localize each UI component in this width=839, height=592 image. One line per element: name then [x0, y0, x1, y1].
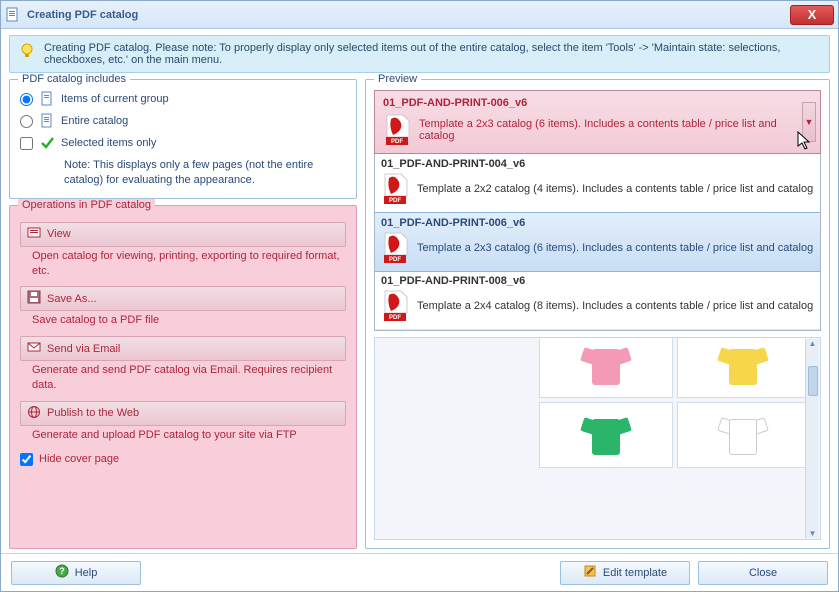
op-saveas-desc: Save catalog to a PDF file [32, 313, 346, 328]
dropdown-item-desc: Template a 2x3 catalog (6 items). Includ… [417, 242, 813, 254]
svg-text:PDF: PDF [389, 198, 401, 204]
columns: PDF catalog includes Items of current gr… [9, 79, 830, 549]
op-saveas-button[interactable]: Save As... [20, 286, 346, 311]
product-thumb [677, 337, 811, 398]
view-icon [27, 226, 41, 243]
radio-items-current-group[interactable]: Items of current group [20, 88, 346, 110]
radio-entire-catalog[interactable]: Entire catalog [20, 110, 346, 132]
dropdown-item-title: 01_PDF-AND-PRINT-006_v6 [381, 217, 814, 229]
check-label: Hide cover page [39, 453, 119, 465]
op-view-desc: Open catalog for viewing, printing, expo… [32, 249, 346, 279]
includes-note: Note: This displays only a few pages (no… [64, 158, 346, 188]
content: Creating PDF catalog. Please note: To pr… [1, 29, 838, 553]
dropdown-item[interactable]: 01_PDF-AND-PRINT-004_v6 PDF Template a 2… [375, 154, 820, 213]
scroll-thumb[interactable] [808, 366, 818, 396]
close-button[interactable]: Close [698, 561, 828, 585]
close-label: Close [749, 567, 777, 579]
edit-icon [583, 564, 597, 581]
operations-group: Operations in PDF catalog View Open cata… [9, 205, 357, 549]
radio-label: Items of current group [61, 93, 169, 105]
operations-label: Operations in PDF catalog [18, 199, 155, 211]
product-grid [539, 337, 810, 468]
dropdown-item[interactable]: 01_PDF-AND-PRINT-008_v6 PDF Template a 2… [375, 271, 820, 330]
svg-text:PDF: PDF [389, 257, 401, 263]
includes-group: PDF catalog includes Items of current gr… [9, 79, 357, 199]
check-selected-only[interactable]: Selected items only [20, 132, 346, 154]
document-icon [39, 91, 55, 107]
window-close-button[interactable]: X [790, 5, 834, 25]
op-email-button[interactable]: Send via Email [20, 336, 346, 361]
combo-selected-desc: Template a 2x3 catalog (6 items). Includ… [419, 118, 798, 142]
combo-body: PDF Template a 2x3 catalog (6 items). In… [383, 113, 798, 147]
op-label: Send via Email [47, 343, 120, 355]
chevron-down-icon[interactable]: ▼ [802, 102, 816, 142]
svg-text:?: ? [59, 566, 65, 576]
titlebar: Creating PDF catalog X [1, 1, 838, 29]
check-label: Selected items only [61, 137, 156, 149]
svg-text:PDF: PDF [391, 139, 403, 145]
preview-label: Preview [374, 73, 421, 85]
pdf-icon: PDF [381, 172, 409, 206]
dropdown-item-title: 01_PDF-AND-PRINT-008_v6 [381, 275, 814, 287]
radio-input[interactable] [20, 115, 33, 128]
dropdown-item-desc: Template a 2x4 catalog (8 items). Includ… [417, 300, 813, 312]
right-column: Preview 01_PDF-AND-PRINT-006_v6 PDF Temp… [365, 79, 830, 549]
pdf-icon: PDF [381, 231, 409, 265]
product-thumb [539, 337, 673, 398]
dropdown-item-title: 01_PDF-AND-PRINT-004_v6 [381, 158, 814, 170]
save-icon [27, 290, 41, 307]
dropdown-item[interactable]: 01_PDF-AND-PRINT-006_v6 PDF Template a 2… [374, 212, 821, 272]
scrollbar-vertical[interactable]: ▲ ▼ [805, 339, 819, 538]
edit-template-button[interactable]: Edit template [560, 561, 690, 585]
op-publish-desc: Generate and upload PDF catalog to your … [32, 428, 346, 443]
scroll-up-icon[interactable]: ▲ [809, 339, 817, 348]
radio-label: Entire catalog [61, 115, 128, 127]
info-bar: Creating PDF catalog. Please note: To pr… [9, 35, 830, 73]
edit-template-label: Edit template [603, 567, 667, 579]
op-label: Publish to the Web [47, 407, 139, 419]
help-label: Help [75, 567, 98, 579]
email-icon [27, 340, 41, 357]
pdf-icon: PDF [381, 289, 409, 323]
document-icon [39, 113, 55, 129]
check-hide-cover[interactable]: Hide cover page [20, 453, 346, 466]
globe-icon [27, 405, 41, 422]
left-column: PDF catalog includes Items of current gr… [9, 79, 357, 549]
pdf-icon: PDF [383, 113, 411, 147]
op-label: Save As... [47, 293, 97, 305]
checkbox-input[interactable] [20, 453, 33, 466]
dropdown-item-desc: Template a 2x2 catalog (4 items). Includ… [417, 183, 813, 195]
help-icon: ? [55, 564, 69, 581]
checkmark-icon [39, 135, 55, 151]
op-label: View [47, 228, 71, 240]
dialog-window: Creating PDF catalog X Creating PDF cata… [0, 0, 839, 592]
op-view-button[interactable]: View [20, 222, 346, 247]
footer: ? Help Edit template Close [1, 553, 838, 591]
product-thumb [539, 402, 673, 468]
window-title: Creating PDF catalog [27, 9, 790, 21]
preview-group: Preview 01_PDF-AND-PRINT-006_v6 PDF Temp… [365, 79, 830, 549]
scroll-down-icon[interactable]: ▼ [809, 529, 817, 538]
template-dropdown[interactable]: 01_PDF-AND-PRINT-004_v6 PDF Template a 2… [374, 154, 821, 331]
app-icon [5, 7, 21, 23]
op-publish-button[interactable]: Publish to the Web [20, 401, 346, 426]
radio-input[interactable] [20, 93, 33, 106]
product-thumb [677, 402, 811, 468]
svg-text:PDF: PDF [389, 315, 401, 321]
preview-canvas: ▲ ▼ [374, 337, 821, 540]
info-text: Creating PDF catalog. Please note: To pr… [44, 42, 821, 66]
help-button[interactable]: ? Help [11, 561, 141, 585]
checkbox-input[interactable] [20, 137, 33, 150]
includes-label: PDF catalog includes [18, 73, 130, 85]
op-email-desc: Generate and send PDF catalog via Email.… [32, 363, 346, 393]
lightbulb-icon [18, 42, 36, 60]
template-combo[interactable]: 01_PDF-AND-PRINT-006_v6 PDF Template a 2… [374, 90, 821, 154]
combo-selected-title: 01_PDF-AND-PRINT-006_v6 [383, 97, 798, 109]
